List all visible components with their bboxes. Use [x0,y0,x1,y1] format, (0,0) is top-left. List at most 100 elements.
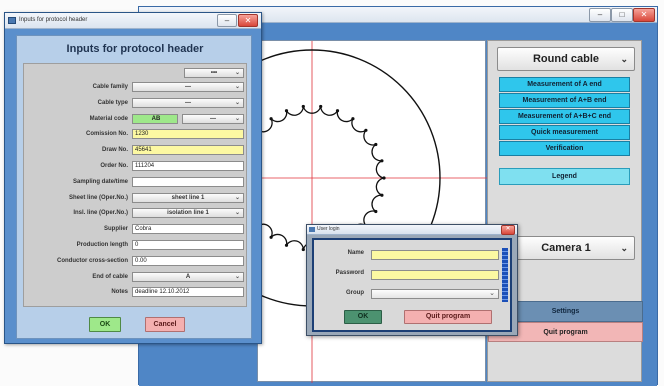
text-field[interactable]: Cobra [132,224,244,235]
field-label: Material code [89,115,128,122]
app-icon [309,227,315,232]
strand-arc [285,106,304,116]
password-field[interactable] [371,270,499,280]
field-label: Notes [111,289,128,296]
text-field[interactable]: deadline 12.10.2012 [132,287,244,298]
login-ok-button[interactable]: OK [344,310,382,324]
chevron-down-icon: ⌄ [234,194,240,201]
field-label: Supplier [103,226,128,233]
select-value: — [185,99,191,106]
text-field[interactable]: 0.00 [132,255,244,266]
field-label: Cable family [92,84,128,90]
strand-arc [371,143,382,162]
group-select[interactable]: ⌄ [371,289,499,299]
measure-a-end-button[interactable]: Measurement of A end [499,77,630,92]
protocol-dialog-titlebar: Inputs for protocol header – ✕ [5,13,261,29]
strand-point [364,128,368,132]
text-field[interactable]: 0 [132,240,244,250]
text-field[interactable]: 111204 [132,161,244,171]
strand-point [374,209,378,214]
strand-point [284,109,289,113]
protocol-minimize-button[interactable]: – [217,14,237,27]
strand-arc [270,110,288,123]
maximize-button[interactable]: □ [611,8,633,22]
protocol-cancel-button[interactable]: Cancel [145,317,185,332]
strand-point [269,235,273,239]
strand-arc [375,160,385,179]
strand-arc [371,194,382,213]
chevron-down-icon: ⌄ [234,210,240,217]
login-quit-button[interactable]: Quit program [404,310,492,324]
chevron-down-icon: ⌄ [234,70,240,76]
strand-point [351,117,355,121]
name-field[interactable] [371,250,499,260]
select-value: — [185,84,191,90]
protocol-dialog-title: Inputs for protocol header [19,17,88,23]
strand-arc [351,118,367,133]
field-label: Sampling date/time [72,178,128,185]
protocol-heading: Inputs for protocol header [66,43,204,55]
measure-abc-end-button[interactable]: Measurement of A+B+C end [499,109,630,124]
strand-point [301,247,305,252]
text-field[interactable] [132,176,244,187]
protocol-top-dropdown[interactable]: ••• ⌄ [184,68,244,78]
close-button[interactable]: ✕ [633,8,655,22]
select-field[interactable]: A ⌄ [132,271,244,282]
app-icon [8,17,16,24]
select-value: sheet line 1 [171,194,205,201]
login-progress-indicator [502,248,508,302]
quick-measurement-button[interactable]: Quick measurement [499,125,630,140]
strand-point [380,159,384,163]
material-code-field[interactable]: AB [132,113,178,124]
field-label: Order No. [100,163,128,169]
select-field[interactable]: sheet line 1 ⌄ [132,192,244,203]
strand-point [284,243,289,247]
protocol-top-dropdown-value: ••• [210,70,218,76]
protocol-form: ••• ⌄ Cable family — ⌄ Cable type — ⌄ Material… [23,63,247,307]
chevron-down-icon: ⌄ [489,290,495,297]
strand-point [269,117,273,121]
chevron-down-icon: ⌄ [620,243,628,253]
text-field[interactable]: 1230 [132,129,244,140]
select-field[interactable]: isolation line 1 ⌄ [132,208,244,219]
chevron-down-icon: ⌄ [234,115,240,122]
login-dialog-titlebar: User login ✕ [307,225,517,235]
strand-point [301,104,305,109]
minimize-button[interactable]: – [589,8,611,22]
measure-ab-end-button[interactable]: Measurement of A+B end [499,93,630,108]
field-label: Insl. line (Oper.No.) [73,210,128,217]
protocol-ok-button[interactable]: OK [89,317,121,332]
text-field[interactable]: 45641 [132,145,244,156]
protocol-close-button[interactable]: ✕ [238,14,258,27]
strand-point [335,109,340,113]
strand-point [380,193,384,197]
password-label: Password [335,270,364,276]
strand-point [319,104,323,109]
field-label: Draw No. [101,147,128,154]
select-value: A [185,273,191,280]
select-field[interactable]: — ⌄ [132,97,244,108]
strand-arc [375,177,385,196]
strand-arc [363,129,377,146]
strand-point [374,142,378,147]
strand-arc [320,106,339,116]
login-dialog-title: User login [317,226,340,232]
field-label: Comission No. [85,131,128,138]
protocol-form-panel: Inputs for protocol header ••• ⌄ Cable f… [16,35,252,339]
group-label: Group [346,290,364,296]
name-label: Name [347,250,364,256]
legend-button[interactable]: Legend [499,168,630,185]
select-field[interactable]: — ⌄ [132,82,244,92]
strand-arc [285,240,304,250]
chevron-down-icon: ⌄ [234,273,240,280]
cable-type-select[interactable]: Round cable ⌄ [497,47,635,71]
verification-button[interactable]: Verification [499,141,630,156]
select-value: isolation line 1 [167,210,209,217]
user-login-dialog: User login ✕ Name Password Group ⌄ OK Qu… [306,224,518,336]
chevron-down-icon: ⌄ [234,84,240,90]
field-label: Production length [76,242,128,248]
material-select[interactable]: — ⌄ [182,113,244,124]
cable-type-select-value: Round cable [532,53,599,65]
login-close-button[interactable]: ✕ [501,225,515,235]
chevron-down-icon: ⌄ [620,54,628,64]
